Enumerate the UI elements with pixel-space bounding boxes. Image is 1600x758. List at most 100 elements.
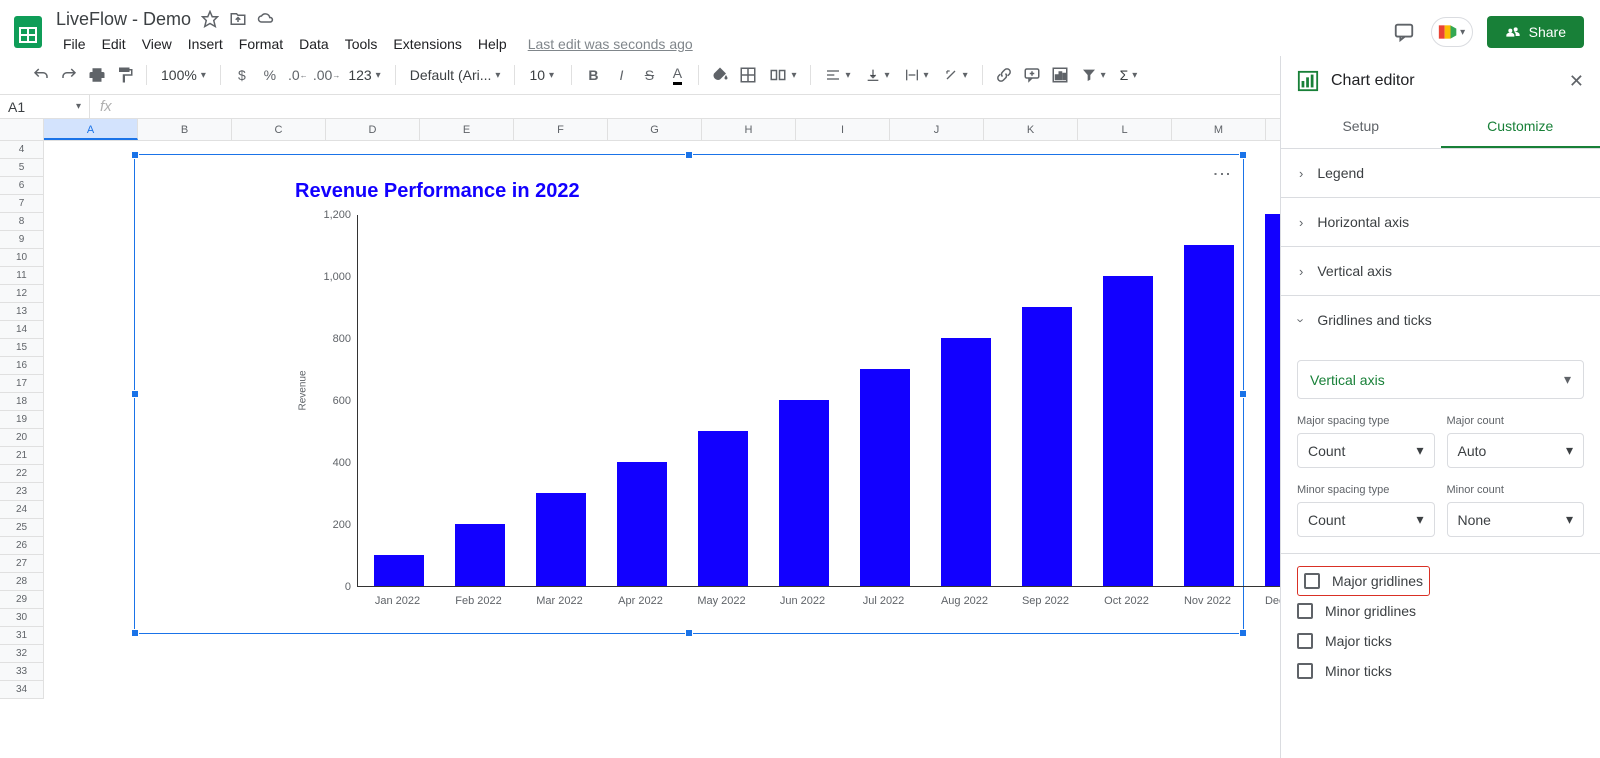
insert-chart-icon[interactable]: [1047, 62, 1073, 88]
select-all-corner[interactable]: [0, 119, 44, 140]
section-vertical-axis[interactable]: › Vertical axis: [1281, 247, 1600, 296]
menu-file[interactable]: File: [56, 32, 93, 56]
borders-icon[interactable]: [735, 62, 761, 88]
increase-decimal-icon[interactable]: .00→: [313, 62, 340, 88]
filter-icon[interactable]: ▾: [1075, 67, 1112, 83]
rotate-icon[interactable]: ▾: [937, 67, 974, 83]
row-header[interactable]: 27: [0, 555, 44, 573]
chart-menu-icon[interactable]: ⋮: [1211, 165, 1233, 182]
functions-icon[interactable]: Σ▾: [1114, 67, 1144, 83]
row-header[interactable]: 24: [0, 501, 44, 519]
row-header[interactable]: 26: [0, 537, 44, 555]
font-select[interactable]: Default (Ari...▾: [404, 67, 507, 83]
column-header[interactable]: K: [984, 119, 1078, 140]
column-header[interactable]: L: [1078, 119, 1172, 140]
print-icon[interactable]: [84, 62, 110, 88]
sheets-logo[interactable]: [8, 12, 48, 52]
row-header[interactable]: 10: [0, 249, 44, 267]
row-header[interactable]: 33: [0, 663, 44, 681]
font-size-select[interactable]: 10▾: [523, 67, 563, 83]
menu-view[interactable]: View: [135, 32, 179, 56]
major-ticks-checkbox[interactable]: Major ticks: [1297, 626, 1584, 656]
tab-setup[interactable]: Setup: [1281, 106, 1441, 148]
bold-icon[interactable]: B: [580, 62, 606, 88]
row-header[interactable]: 22: [0, 465, 44, 483]
row-header[interactable]: 11: [0, 267, 44, 285]
gridlines-axis-select[interactable]: Vertical axis ▾: [1297, 360, 1584, 399]
row-header[interactable]: 7: [0, 195, 44, 213]
last-edit-link[interactable]: Last edit was seconds ago: [528, 36, 693, 52]
meet-button[interactable]: ▾: [1431, 17, 1473, 47]
row-header[interactable]: 23: [0, 483, 44, 501]
resize-handle[interactable]: [131, 390, 139, 398]
column-header[interactable]: M: [1172, 119, 1266, 140]
row-header[interactable]: 28: [0, 573, 44, 591]
row-header[interactable]: 6: [0, 177, 44, 195]
section-legend[interactable]: › Legend: [1281, 149, 1600, 198]
chart-object[interactable]: ⋮ Revenue Performance in 2022 Revenue 02…: [134, 154, 1244, 634]
decrease-decimal-icon[interactable]: .0←: [285, 62, 311, 88]
fill-color-icon[interactable]: [707, 62, 733, 88]
row-header[interactable]: 9: [0, 231, 44, 249]
valign-icon[interactable]: ▾: [859, 67, 896, 83]
share-button[interactable]: Share: [1487, 16, 1584, 48]
close-icon[interactable]: ✕: [1569, 71, 1584, 92]
text-color-icon[interactable]: A: [664, 62, 690, 88]
star-icon[interactable]: [201, 10, 219, 28]
section-horizontal-axis[interactable]: › Horizontal axis: [1281, 198, 1600, 247]
menu-help[interactable]: Help: [471, 32, 514, 56]
row-header[interactable]: 4: [0, 141, 44, 159]
resize-handle[interactable]: [685, 151, 693, 159]
column-header[interactable]: I: [796, 119, 890, 140]
column-header[interactable]: J: [890, 119, 984, 140]
section-gridlines[interactable]: › Gridlines and ticks: [1281, 296, 1600, 344]
row-header[interactable]: 8: [0, 213, 44, 231]
menu-tools[interactable]: Tools: [338, 32, 385, 56]
paint-format-icon[interactable]: [112, 62, 138, 88]
tab-customize[interactable]: Customize: [1441, 106, 1600, 148]
column-header[interactable]: E: [420, 119, 514, 140]
column-header[interactable]: A: [44, 119, 138, 140]
row-header[interactable]: 32: [0, 645, 44, 663]
row-header[interactable]: 21: [0, 447, 44, 465]
name-box[interactable]: A1▾: [0, 95, 90, 118]
menu-data[interactable]: Data: [292, 32, 336, 56]
minor-spacing-select[interactable]: Count▾: [1297, 502, 1435, 537]
row-header[interactable]: 15: [0, 339, 44, 357]
zoom-select[interactable]: 100%▾: [155, 67, 212, 83]
row-header[interactable]: 18: [0, 393, 44, 411]
currency-icon[interactable]: $: [229, 62, 255, 88]
menu-insert[interactable]: Insert: [181, 32, 230, 56]
chart-title[interactable]: Revenue Performance in 2022: [295, 180, 580, 203]
halign-icon[interactable]: ▾: [819, 67, 856, 83]
row-header[interactable]: 14: [0, 321, 44, 339]
number-format-select[interactable]: 123▾: [342, 67, 386, 83]
menu-format[interactable]: Format: [232, 32, 290, 56]
row-header[interactable]: 19: [0, 411, 44, 429]
menu-edit[interactable]: Edit: [95, 32, 133, 56]
row-header[interactable]: 25: [0, 519, 44, 537]
major-gridlines-checkbox[interactable]: Major gridlines: [1304, 571, 1423, 591]
resize-handle[interactable]: [685, 629, 693, 637]
wrap-icon[interactable]: ▾: [898, 67, 935, 83]
merge-cells-icon[interactable]: ▾: [763, 66, 802, 84]
cloud-icon[interactable]: [257, 10, 275, 28]
move-icon[interactable]: [229, 10, 247, 28]
row-header[interactable]: 34: [0, 681, 44, 699]
minor-count-select[interactable]: None▾: [1447, 502, 1585, 537]
resize-handle[interactable]: [131, 151, 139, 159]
major-spacing-select[interactable]: Count▾: [1297, 433, 1435, 468]
undo-icon[interactable]: [28, 62, 54, 88]
percent-icon[interactable]: %: [257, 62, 283, 88]
link-icon[interactable]: [991, 62, 1017, 88]
comment-icon[interactable]: [1019, 62, 1045, 88]
strikethrough-icon[interactable]: S: [636, 62, 662, 88]
row-header[interactable]: 12: [0, 285, 44, 303]
row-header[interactable]: 31: [0, 627, 44, 645]
column-header[interactable]: D: [326, 119, 420, 140]
column-header[interactable]: G: [608, 119, 702, 140]
row-header[interactable]: 5: [0, 159, 44, 177]
resize-handle[interactable]: [1239, 629, 1247, 637]
resize-handle[interactable]: [1239, 151, 1247, 159]
resize-handle[interactable]: [131, 629, 139, 637]
